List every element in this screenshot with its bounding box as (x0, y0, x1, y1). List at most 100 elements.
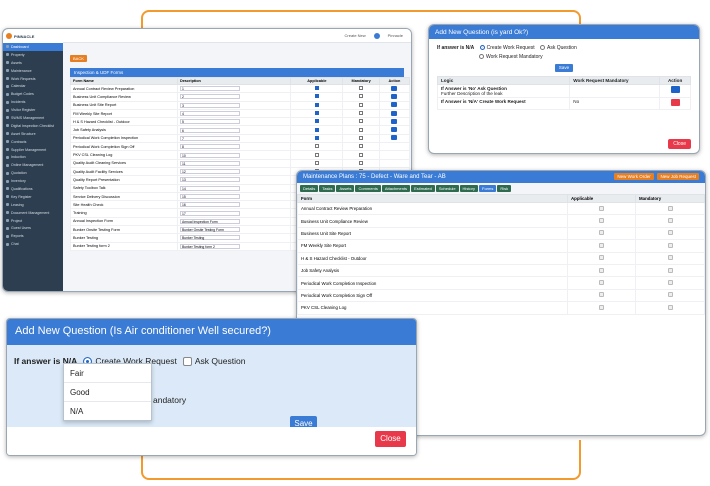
applicable-checkbox[interactable] (314, 127, 319, 132)
applicable-checkbox[interactable] (599, 242, 604, 248)
description-input[interactable]: 8 (179, 144, 240, 150)
new-job-request-button[interactable]: New Job Request (657, 173, 699, 180)
new-work-order-button[interactable]: New Work Order (614, 173, 654, 180)
mandatory-checkbox[interactable] (359, 127, 364, 132)
mandatory-checkbox[interactable] (359, 102, 364, 107)
close-button[interactable]: Close (375, 431, 406, 447)
sidebar-item[interactable]: Induction (3, 153, 63, 161)
dropdown-option-fair[interactable]: Fair (64, 364, 151, 383)
applicable-checkbox[interactable] (314, 160, 319, 165)
description-input[interactable]: Bunker Onsite Testing Form (179, 227, 240, 233)
sidebar-item[interactable]: Incidents (3, 98, 63, 106)
tab-schedule[interactable]: Schedule (435, 185, 459, 192)
description-input[interactable]: 2 (179, 94, 240, 100)
close-button[interactable]: Close (668, 139, 691, 149)
ask-question-radio[interactable] (540, 45, 545, 51)
sidebar-item[interactable]: Supplier Management (3, 146, 63, 154)
sidebar-item[interactable]: Guest Users (3, 224, 63, 232)
sidebar-item[interactable]: Online Management (3, 161, 63, 169)
mandatory-checkbox[interactable] (359, 119, 364, 124)
description-input[interactable]: 1 (179, 86, 240, 92)
edit-icon[interactable] (391, 93, 398, 99)
sidebar-item[interactable]: Budget Codes (3, 90, 63, 98)
applicable-checkbox[interactable] (599, 304, 604, 310)
sidebar-item[interactable]: Key Register (3, 193, 63, 201)
mandatory-checkbox[interactable] (359, 86, 364, 91)
sidebar-item[interactable]: Maintenance (3, 67, 63, 75)
description-input[interactable]: 15 (179, 194, 240, 199)
applicable-checkbox[interactable] (314, 152, 319, 157)
edit-icon[interactable] (670, 86, 680, 93)
description-input[interactable]: 6 (179, 127, 240, 133)
sidebar-item[interactable]: Quotation (3, 169, 63, 177)
description-input[interactable]: 14 (179, 185, 240, 191)
mandatory-checkbox[interactable] (359, 152, 364, 157)
description-input[interactable]: 5 (179, 119, 240, 125)
description-input[interactable]: 12 (179, 169, 240, 175)
applicable-checkbox[interactable] (599, 267, 604, 273)
sidebar-item[interactable]: Dashboard (3, 43, 63, 51)
dropdown-option-good[interactable]: Good (64, 383, 151, 402)
tab-history[interactable]: History (459, 185, 478, 192)
description-input[interactable]: Bunker Testing (179, 235, 240, 241)
tab-risk[interactable]: Risk (497, 185, 512, 192)
sidebar-item[interactable]: Visitor Register (3, 106, 63, 114)
description-input[interactable]: 13 (179, 177, 240, 183)
sidebar-item[interactable]: Project (3, 217, 63, 225)
delete-icon[interactable] (670, 99, 680, 106)
applicable-checkbox[interactable] (599, 280, 604, 286)
tab-attachments[interactable]: Attachments (381, 185, 411, 192)
save-button[interactable]: Save (555, 64, 573, 72)
sidebar-item[interactable]: Inventory (3, 177, 63, 185)
sidebar-item[interactable]: Reports (3, 232, 63, 240)
applicable-checkbox[interactable] (314, 135, 319, 140)
description-input[interactable]: 3 (179, 102, 240, 108)
applicable-checkbox[interactable] (599, 255, 604, 261)
sidebar-item[interactable]: Leasing (3, 201, 63, 209)
edit-icon[interactable] (391, 110, 398, 116)
sidebar-item[interactable]: Document Management (3, 209, 63, 217)
sidebar-item[interactable]: Digital Inspection Checklist (3, 122, 63, 130)
applicable-checkbox[interactable] (599, 205, 604, 211)
sidebar-item[interactable]: Calendar (3, 82, 63, 90)
description-input[interactable]: 10 (179, 152, 240, 158)
applicable-checkbox[interactable] (314, 94, 319, 99)
applicable-checkbox[interactable] (314, 119, 319, 124)
description-input[interactable]: 17 (179, 210, 240, 216)
description-input[interactable]: 7 (179, 135, 240, 141)
mandatory-checkbox[interactable] (667, 242, 673, 248)
tab-details[interactable]: Details (300, 185, 319, 192)
mandatory-checkbox[interactable] (359, 160, 364, 165)
tab-estimated[interactable]: Estimated (411, 185, 435, 192)
mandatory-checkbox[interactable] (359, 94, 364, 99)
tab-tasks[interactable]: Tasks (319, 185, 336, 192)
edit-icon[interactable] (391, 127, 398, 133)
tab-forms[interactable]: Forms (479, 185, 497, 192)
sidebar-item[interactable]: Chat (3, 240, 63, 248)
description-input[interactable]: 16 (179, 202, 240, 208)
sidebar-item[interactable]: Property (3, 51, 63, 59)
edit-icon[interactable] (391, 102, 398, 108)
applicable-checkbox[interactable] (314, 86, 319, 91)
mandatory-checkbox[interactable] (667, 292, 673, 298)
edit-icon[interactable] (391, 135, 398, 141)
mandatory-checkbox[interactable] (667, 280, 673, 286)
mandatory-checkbox[interactable] (667, 255, 673, 261)
mandatory-checkbox[interactable] (667, 205, 673, 211)
tab-assets[interactable]: Assets (336, 185, 355, 192)
create-new-link[interactable]: Create New (345, 33, 366, 38)
mandatory-checkbox[interactable] (667, 267, 673, 273)
sidebar-item[interactable]: Work Requests (3, 75, 63, 83)
create-work-request-radio[interactable] (479, 45, 485, 51)
work-request-mandatory-checkbox[interactable] (479, 54, 484, 60)
mandatory-checkbox[interactable] (359, 135, 364, 140)
mandatory-checkbox[interactable] (667, 230, 673, 236)
tab-comments[interactable]: Comments (355, 185, 381, 192)
description-input[interactable]: 11 (179, 160, 240, 166)
dropdown-option-na[interactable]: N/A (64, 402, 151, 421)
mandatory-checkbox[interactable] (359, 144, 364, 149)
applicable-checkbox[interactable] (314, 111, 319, 116)
sidebar-item[interactable]: SWMS Management (3, 114, 63, 122)
applicable-checkbox[interactable] (314, 144, 319, 149)
user-menu[interactable]: Pinnacle (388, 33, 403, 38)
